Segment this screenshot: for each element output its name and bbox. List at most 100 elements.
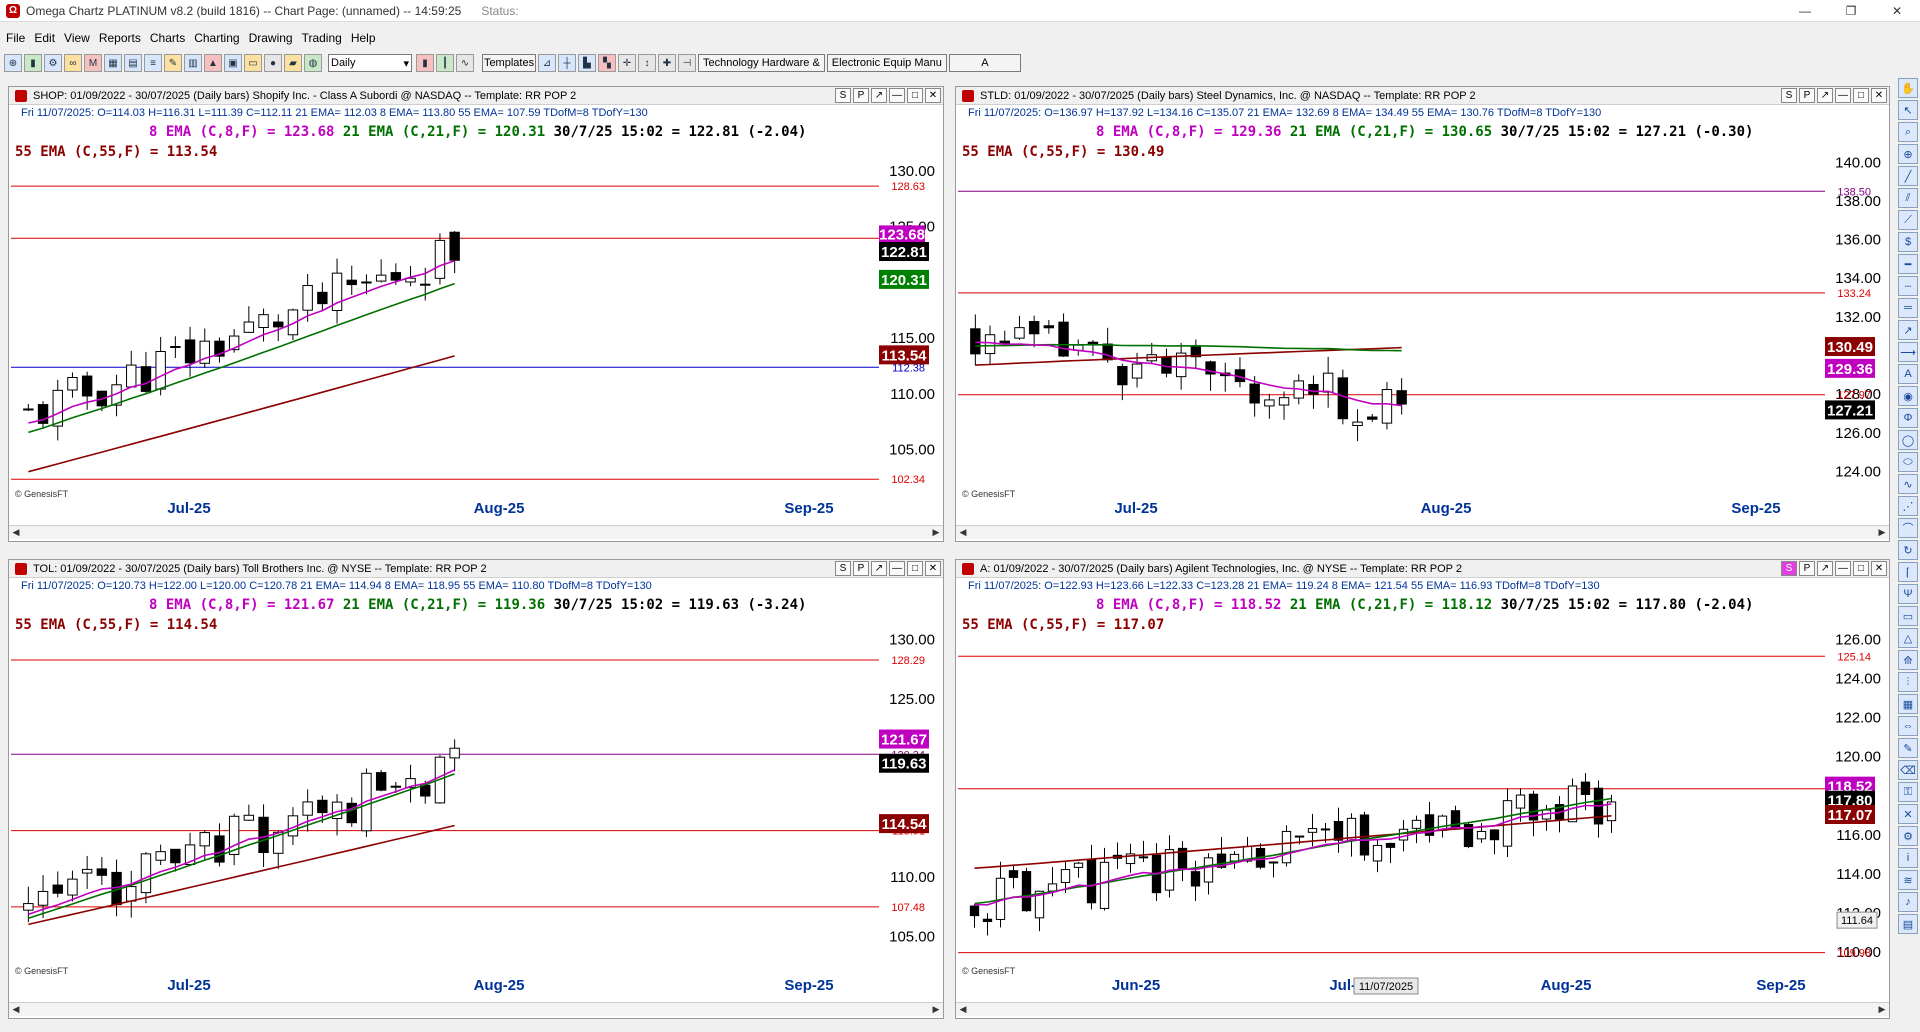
candle-body[interactable] [1268,861,1279,864]
panel-close-icon[interactable]: ✕ [925,88,941,103]
sitemap-icon[interactable]: ⊿ [538,54,556,72]
delete-tool-icon[interactable]: ✕ [1898,804,1918,824]
minimize-icon[interactable]: — [1782,0,1828,22]
calendar-tool-icon[interactable]: ▤ [1898,914,1918,934]
hline-icon[interactable]: ⊣ [678,54,696,72]
candle-body[interactable] [1367,416,1378,420]
candle-body[interactable] [52,389,63,427]
candle-body[interactable] [1411,819,1422,829]
folder-icon[interactable]: ▰ [284,54,302,72]
candle-body[interactable] [1359,814,1370,856]
candle-body[interactable] [1014,327,1025,339]
candle-body[interactable] [199,832,210,847]
panel-link-button[interactable]: ↗ [871,561,887,576]
candle-body[interactable] [1117,366,1128,386]
candle-body[interactable] [1086,859,1097,904]
candle-body[interactable] [375,772,387,791]
candle-body[interactable] [390,785,402,788]
panel-p-button[interactable]: P [853,88,869,103]
fib-tool-icon[interactable]: Φ [1898,408,1918,428]
candle-icon[interactable]: ┃ [436,54,454,72]
candle-body[interactable] [1580,781,1591,795]
lock-tool-icon[interactable]: ⚿ [1898,782,1918,802]
channel-tool-icon[interactable]: ⫽ [1898,188,1918,208]
candle-body[interactable] [67,376,78,391]
candle-body[interactable] [126,886,137,902]
color-tool-icon[interactable]: ◉ [1898,386,1918,406]
candle-body[interactable] [1060,869,1071,883]
candle-body[interactable] [302,285,313,311]
candle-body[interactable] [184,339,196,364]
disk-icon[interactable]: ● [264,54,282,72]
cursor-icon[interactable]: ↕ [638,54,656,72]
candle-body[interactable] [1308,383,1319,395]
info-tool-icon[interactable]: i [1898,848,1918,868]
candle-body[interactable] [155,851,166,861]
cross-icon[interactable]: ✚ [658,54,676,72]
candle-body[interactable] [1337,377,1349,420]
candle-body[interactable] [1320,828,1331,831]
candle-body[interactable] [361,281,372,284]
panel-s-button[interactable]: S [835,561,851,576]
panel-p-button[interactable]: P [1799,88,1815,103]
table-icon[interactable]: ▤ [124,54,142,72]
list-icon[interactable]: ≡ [144,54,162,72]
candle-body[interactable] [1058,321,1069,357]
candle-body[interactable] [1333,821,1344,841]
hand-icon[interactable]: ✋ [1898,78,1918,98]
hline-tool-icon[interactable]: ━ [1898,254,1918,274]
candle-body[interactable] [1489,829,1500,841]
panel-maximize-icon[interactable]: □ [1853,561,1869,576]
scroll-left-icon[interactable]: ◀ [9,526,23,539]
candle-body[interactable] [1396,390,1407,405]
panel-s-button[interactable]: S [1781,88,1797,103]
candle-body[interactable] [23,903,34,911]
scroll-right-icon[interactable]: ▶ [1875,526,1889,539]
cycle-tool-icon[interactable]: ↻ [1898,540,1918,560]
dollar-icon[interactable]: $ [1898,232,1918,252]
ellipse-tool-icon[interactable]: ⬭ [1898,452,1918,472]
candle-body[interactable] [243,321,255,333]
candle-body[interactable] [1203,857,1214,883]
menu-edit[interactable]: Edit [34,31,55,45]
magnifier-icon[interactable]: ⌕ [1898,122,1918,142]
scan-icon[interactable]: ⚙ [44,54,62,72]
candle-body[interactable] [1131,363,1143,379]
candle-body[interactable] [1450,810,1461,830]
candle-body[interactable] [346,279,357,286]
measure-tool-icon[interactable]: ⇔ [1898,716,1918,736]
scroll-left-icon[interactable]: ◀ [956,1003,970,1016]
candle-body[interactable] [1008,870,1019,878]
panel-link-button[interactable]: ↗ [871,88,887,103]
pitchfork-tool-icon[interactable]: Ψ [1898,584,1918,604]
trend-tool-icon[interactable]: ↗ [1898,320,1918,340]
binoculars-icon[interactable]: ∞ [64,54,82,72]
wave-tool-icon[interactable]: ∿ [1898,474,1918,494]
candle-body[interactable] [1352,421,1363,426]
candle-body[interactable] [449,231,460,261]
panel-close-icon[interactable]: ✕ [1871,561,1887,576]
candle-body[interactable] [1264,399,1275,407]
candle-body[interactable] [1138,856,1149,859]
panel-maximize-icon[interactable]: □ [907,88,923,103]
menu-reports[interactable]: Reports [99,31,141,45]
dash-line-icon[interactable]: ┄ [1898,276,1918,296]
restore-icon[interactable]: ❐ [1828,0,1874,22]
candle-body[interactable] [1047,883,1058,892]
bracket-tool-icon[interactable]: ⌈ [1898,562,1918,582]
symbol-field[interactable]: A [948,54,1021,72]
panel-p-button[interactable]: P [1799,561,1815,576]
candle-body[interactable] [420,784,431,797]
candle-body[interactable] [1398,828,1409,841]
candle-body[interactable] [390,272,402,281]
menu-charts[interactable]: Charts [150,31,185,45]
m-chart-icon[interactable]: M [84,54,102,72]
candle-body[interactable] [140,853,152,894]
notes-icon[interactable]: ▭ [244,54,262,72]
candle-body[interactable] [375,274,387,282]
candle-body[interactable] [1043,325,1055,329]
close-icon[interactable]: ✕ [1874,0,1920,22]
indicator-icon[interactable]: ▚ [598,54,616,72]
panel-minimize-icon[interactable]: — [1835,88,1851,103]
candle-body[interactable] [1372,844,1383,862]
